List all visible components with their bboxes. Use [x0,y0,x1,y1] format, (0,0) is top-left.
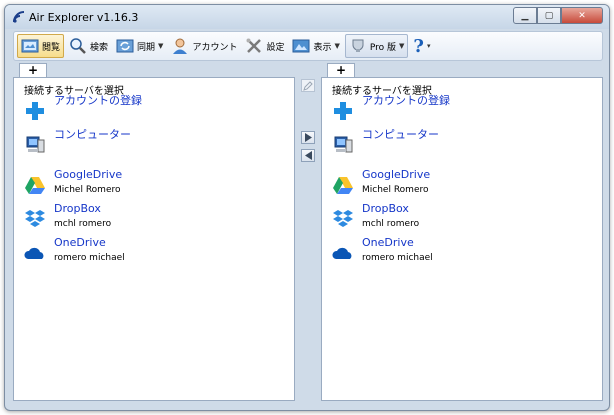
computer-icon [334,136,353,153]
right-list-item-computer[interactable]: コンピューター [332,128,439,156]
pro-icon [352,39,364,52]
pro-label: Pro 版 [369,42,397,53]
chevron-down-icon: ▾ [426,42,431,50]
item-label: OneDrive [54,236,106,249]
help-button[interactable]: ? ▾ [410,34,433,58]
right-pane: + 接続するサーバを選択 アカウントの登録 コンピューター GoogleDriv… [321,63,603,401]
left-list-item-add-account[interactable]: アカウントの登録 [24,94,142,122]
left-new-tab-button[interactable]: + [19,63,47,78]
window-controls: ▁ ▢ ✕ [513,7,603,24]
pro-version-button[interactable]: Pro 版 ▼ [344,34,409,58]
browse-icon [21,39,39,53]
dropbox-icon [333,210,353,227]
item-label: コンピューター [54,128,131,141]
settings-icon [246,38,262,53]
item-username: Michel Romero [54,185,121,195]
google-drive-icon [333,177,353,194]
item-label: DropBox [362,202,409,215]
left-tabstrip: + [13,63,295,78]
item-label: アカウントの登録 [362,94,450,107]
chevron-down-icon: ▼ [158,42,164,50]
help-icon: ? [413,35,424,57]
view-label: 表示 [313,42,332,53]
search-icon [70,38,86,54]
account-label: アカウント [192,42,238,53]
arrow-right-icon [304,133,312,142]
left-pane-body: 接続するサーバを選択 アカウントの登録 コンピューター GoogleDrive … [13,77,295,401]
settings-label: 設定 [266,42,285,53]
minimize-icon: ▁ [521,10,529,21]
minimize-button[interactable]: ▁ [513,7,537,24]
chevron-down-icon: ▼ [334,42,340,50]
right-tabstrip: + [321,63,603,78]
right-pane-body: 接続するサーバを選択 アカウントの登録 コンピューター GoogleDrive … [321,77,603,401]
search-button[interactable]: 検索 [66,34,111,58]
item-username: mchl romero [362,219,420,229]
sync-label: 同期 [137,42,156,53]
right-list-item-googledrive[interactable]: GoogleDrive Michel Romero [332,168,430,197]
transfer-controls [297,63,319,401]
plus-icon [334,102,352,120]
chevron-down-icon: ▼ [399,42,405,50]
right-list-item-add-account[interactable]: アカウントの登録 [332,94,450,122]
left-list-item-computer[interactable]: コンピューター [24,128,131,156]
view-icon [292,39,310,53]
browse-button[interactable]: 閲覧 [17,34,65,58]
onedrive-icon [24,247,44,259]
sync-button[interactable]: 同期 ▼ [113,34,166,58]
copy-left-button[interactable] [301,149,315,162]
plus-icon [26,102,44,120]
item-label: GoogleDrive [54,168,123,181]
left-pane: + 接続するサーバを選択 アカウントの登録 コンピューター GoogleDriv… [13,63,295,401]
item-label: OneDrive [362,236,414,249]
dropbox-icon [25,210,45,227]
item-username: mchl romero [54,219,112,229]
close-button[interactable]: ✕ [561,7,603,24]
rename-button[interactable] [301,79,315,92]
google-drive-icon [25,177,45,194]
left-list-item-googledrive[interactable]: GoogleDrive Michel Romero [24,168,122,197]
account-button[interactable]: アカウント [168,34,240,58]
account-icon [173,38,188,54]
search-label: 検索 [90,42,109,53]
item-label: コンピューター [362,128,439,141]
title-bar[interactable]: Air Explorer v1.16.3 ▁ ▢ ✕ [5,5,609,29]
right-list-item-dropbox[interactable]: DropBox mchl romero [332,202,419,231]
window-title: Air Explorer v1.16.3 [29,11,139,24]
right-list-item-onedrive[interactable]: OneDrive romero michael [332,236,433,265]
app-logo-icon [13,11,25,23]
close-icon: ✕ [578,10,586,21]
maximize-icon: ▢ [544,10,554,21]
arrow-left-icon [304,151,312,160]
onedrive-icon [332,247,352,259]
left-list-item-onedrive[interactable]: OneDrive romero michael [24,236,125,265]
computer-icon [26,136,45,153]
right-new-tab-button[interactable]: + [327,63,355,78]
left-list-item-dropbox[interactable]: DropBox mchl romero [24,202,111,231]
item-label: DropBox [54,202,101,215]
browse-label: 閲覧 [42,42,61,53]
maximize-button[interactable]: ▢ [537,7,561,24]
sync-icon [116,39,134,53]
main-toolbar: 閲覧 検索 同期 ▼ アカウント 設定 表示 ▼ Pro 版 ▼ ? ▾ [13,31,603,61]
pencil-icon [303,80,313,91]
item-label: アカウントの登録 [54,94,142,107]
item-username: Michel Romero [362,185,429,195]
item-label: GoogleDrive [362,168,431,181]
item-username: romero michael [362,253,433,263]
app-window: Air Explorer v1.16.3 ▁ ▢ ✕ 閲覧 検索 同期 ▼ アカ… [4,4,610,411]
item-username: romero michael [54,253,125,263]
copy-right-button[interactable] [301,131,315,144]
view-button[interactable]: 表示 ▼ [289,34,342,58]
settings-button[interactable]: 設定 [242,34,287,58]
